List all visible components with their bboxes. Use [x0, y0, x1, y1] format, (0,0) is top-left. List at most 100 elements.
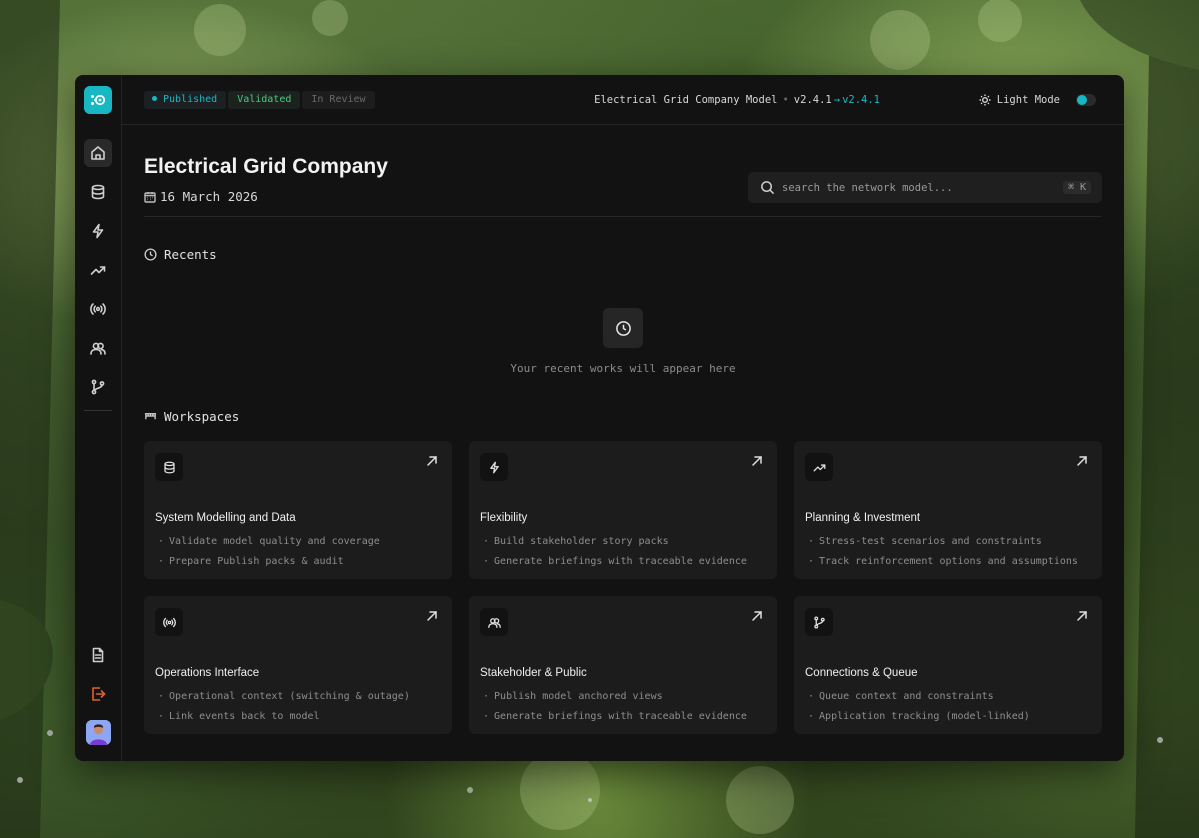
switch-knob: [1077, 95, 1087, 105]
card-icon-badge: [805, 453, 833, 481]
card-bullet: Queue context and constraints: [808, 690, 1030, 710]
search-bar[interactable]: ⌘ K: [748, 172, 1102, 203]
workspace-grid: System Modelling and Data Validate model…: [144, 441, 1102, 734]
card-bullet: Build stakeholder story packs: [483, 535, 747, 555]
page-title: Electrical Grid Company: [144, 155, 388, 178]
sun-icon: [979, 94, 991, 106]
card-bullet: Application tracking (model-linked): [808, 710, 1030, 730]
avatar[interactable]: [86, 720, 111, 745]
status-pill-published[interactable]: Published: [144, 91, 227, 109]
light-mode-toggle[interactable]: Light Mode: [979, 94, 1096, 106]
card-icon-badge: [805, 608, 833, 636]
app-window: Published Validated In Review Electrical…: [75, 75, 1124, 761]
workspace-card-stakeholder[interactable]: Stakeholder & Public Publish model ancho…: [469, 596, 777, 734]
card-title: System Modelling and Data: [155, 512, 296, 524]
card-bullet: Stress-test scenarios and constraints: [808, 535, 1078, 555]
card-bullets: Queue context and constraints Applicatio…: [808, 690, 1030, 730]
card-icon-badge: [480, 608, 508, 636]
status-pill-label: Published: [163, 94, 218, 105]
sidebar-item-home[interactable]: [84, 139, 112, 167]
search-input[interactable]: [782, 181, 1063, 194]
open-arrow[interactable]: [1076, 609, 1088, 627]
recents-empty-icon: [603, 308, 643, 348]
sidebar-item-connections[interactable]: [84, 373, 112, 401]
mode-switch[interactable]: [1076, 94, 1096, 106]
workspace-card-connections[interactable]: Connections & Queue Queue context and co…: [794, 596, 1102, 734]
open-arrow[interactable]: [751, 609, 763, 627]
database-icon: [91, 184, 105, 200]
workspaces-title: Workspaces: [164, 409, 240, 424]
users-icon: [90, 342, 106, 355]
arrow-up-right-icon: [427, 611, 437, 621]
card-bullets: Validate model quality and coverage Prep…: [158, 535, 380, 575]
model-version-info[interactable]: Electrical Grid Company Model • v2.4.1 → v2.…: [594, 94, 880, 106]
home-icon: [91, 146, 105, 160]
sidebar-item-planning[interactable]: [84, 256, 112, 284]
status-dot: [152, 96, 157, 101]
sidebar-item-flexibility[interactable]: [84, 217, 112, 245]
card-icon-badge: [480, 453, 508, 481]
lightning-icon: [489, 461, 499, 473]
sidebar: [75, 75, 122, 761]
card-bullet: Track reinforcement options and assumpti…: [808, 555, 1078, 575]
arrow-right-icon: →: [833, 94, 841, 106]
recents-heading: Recents: [144, 247, 217, 262]
card-bullets: Publish model anchored views Generate br…: [483, 690, 747, 730]
open-arrow[interactable]: [1076, 454, 1088, 472]
open-arrow[interactable]: [426, 609, 438, 627]
top-bar: Published Validated In Review Electrical…: [122, 75, 1124, 125]
workspace-card-operations[interactable]: Operations Interface Operational context…: [144, 596, 452, 734]
workspace-card-flexibility[interactable]: Flexibility Build stakeholder story pack…: [469, 441, 777, 579]
card-bullet: Publish model anchored views: [483, 690, 747, 710]
workspace-card-planning[interactable]: Planning & Investment Stress-test scenar…: [794, 441, 1102, 579]
open-arrow[interactable]: [751, 454, 763, 472]
card-bullet: Link events back to model: [158, 710, 410, 730]
mode-label: Light Mode: [996, 94, 1060, 106]
logout-button[interactable]: [84, 680, 112, 708]
separator-dot: •: [782, 94, 789, 106]
app-logo[interactable]: [84, 86, 112, 114]
header-divider: [144, 216, 1102, 217]
status-pills: Published Validated In Review: [144, 91, 375, 109]
recents-title: Recents: [164, 247, 217, 262]
database-icon: [163, 461, 175, 473]
status-pill-validated[interactable]: Validated: [228, 91, 301, 109]
search-icon: [761, 181, 775, 195]
card-bullet: Generate briefings with traceable eviden…: [483, 710, 747, 730]
status-pill-in-review[interactable]: In Review: [302, 91, 375, 109]
card-title: Connections & Queue: [805, 667, 918, 679]
sidebar-item-operations[interactable]: [84, 295, 112, 323]
card-bullet: Generate briefings with traceable eviden…: [483, 555, 747, 575]
git-branch-icon: [813, 615, 825, 629]
card-title: Planning & Investment: [805, 512, 921, 524]
card-title: Flexibility: [480, 512, 528, 524]
card-title: Stakeholder & Public: [480, 667, 587, 679]
workspaces-heading: Workspaces: [144, 409, 239, 424]
card-bullet: Operational context (switching & outage): [158, 690, 410, 710]
logo-icon: [91, 94, 106, 106]
workspace-card-system-modelling[interactable]: System Modelling and Data Validate model…: [144, 441, 452, 579]
version-to: v2.4.1: [842, 94, 880, 106]
recents-empty-text: Your recent works will appear here: [510, 362, 736, 375]
open-arrow[interactable]: [426, 454, 438, 472]
version-from: v2.4.1: [793, 94, 832, 106]
broadcast-icon: [90, 303, 106, 315]
page-date: 16 March 2026: [144, 189, 258, 204]
arrow-up-right-icon: [752, 456, 762, 466]
card-icon-badge: [155, 453, 183, 481]
card-bullet: Validate model quality and coverage: [158, 535, 380, 555]
sidebar-item-data[interactable]: [84, 178, 112, 206]
clock-icon: [615, 320, 631, 336]
arrow-up-right-icon: [1077, 456, 1087, 466]
card-bullets: Stress-test scenarios and constraints Tr…: [808, 535, 1078, 575]
card-bullets: Build stakeholder story packs Generate b…: [483, 535, 747, 575]
sidebar-item-documents[interactable]: [84, 641, 112, 669]
arrow-up-right-icon: [1077, 611, 1087, 621]
date-text: 16 March 2026: [160, 189, 258, 204]
search-shortcut: ⌘ K: [1062, 181, 1091, 194]
users-icon: [487, 617, 501, 628]
sidebar-item-stakeholders[interactable]: [84, 334, 112, 362]
card-icon-badge: [155, 608, 183, 636]
arrow-up-right-icon: [427, 456, 437, 466]
model-name: Electrical Grid Company Model: [594, 94, 778, 106]
